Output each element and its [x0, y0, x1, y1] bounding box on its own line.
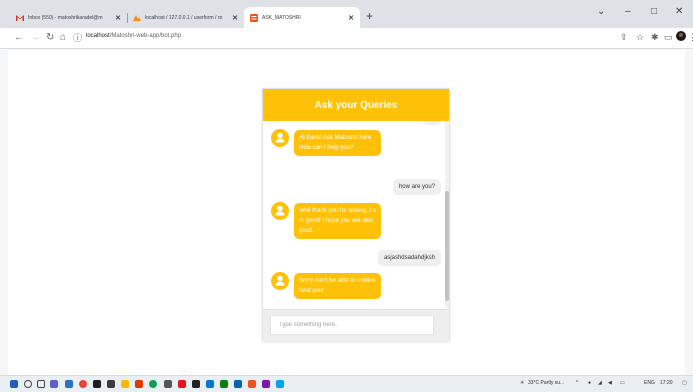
battery-icon[interactable]: ▭	[620, 380, 625, 386]
weather-status[interactable]: 33°C Partly su...	[528, 380, 564, 386]
tab-label: Inbox (550) - matoshrikaradel@m	[28, 15, 103, 21]
app-icon[interactable]	[65, 380, 73, 388]
task-view-icon[interactable]	[37, 380, 45, 388]
tab-ask-matoshri[interactable]: ASK_MATOSHRI ✕	[244, 7, 360, 28]
gmail-icon	[16, 15, 24, 21]
app-icon[interactable]	[262, 380, 270, 388]
tab-label: ASK_MATOSHRI	[262, 14, 301, 21]
home-icon[interactable]: ⌂	[60, 32, 66, 43]
chat-message-input[interactable]	[270, 315, 434, 335]
share-icon[interactable]: ⇪	[620, 32, 628, 43]
bot-avatar	[271, 129, 289, 147]
tab-gmail[interactable]: Inbox (550) - matoshrikaradel@m ✕	[10, 8, 127, 28]
chrome-icon[interactable]	[79, 380, 87, 388]
chat-input-bar	[263, 309, 449, 341]
app-icon[interactable]	[192, 380, 200, 388]
app-icon[interactable]	[107, 380, 115, 388]
url-path: /Matoshri-web-app/bot.php	[109, 33, 182, 39]
close-icon[interactable]: ✕	[348, 14, 354, 22]
page-viewport: Ask your Queries Hi there! Ask Matoshri …	[8, 50, 685, 375]
app-icon[interactable]	[164, 380, 172, 388]
weather-icon[interactable]: ☀	[520, 380, 524, 386]
site-icon	[250, 13, 258, 22]
app-icon[interactable]	[178, 380, 186, 388]
tab-strip: Inbox (550) - matoshrikaradel@m ✕ localh…	[0, 0, 693, 28]
chat-scrollbar[interactable]	[445, 121, 449, 308]
app-icon[interactable]	[93, 380, 101, 388]
close-icon[interactable]: ✕	[232, 14, 238, 22]
address-bar[interactable]: localhost/Matoshri-web-app/bot.php	[86, 33, 181, 39]
user-message: how are you?	[392, 179, 441, 195]
minimize-button[interactable]: –	[625, 6, 631, 17]
sidebar-icon[interactable]: ▭	[664, 32, 673, 43]
search-icon[interactable]	[24, 380, 32, 388]
start-icon[interactable]	[10, 380, 18, 388]
bot-message: Hi there! Ask Matoshri here How can I he…	[294, 130, 381, 156]
app-icon[interactable]	[248, 380, 256, 388]
extensions-icon[interactable]: ✱	[651, 32, 659, 43]
scrollbar-thumb[interactable]	[445, 191, 449, 301]
bot-message: Well thank you for asking, I am good! I …	[294, 203, 381, 239]
reload-icon[interactable]: ↻	[46, 32, 54, 43]
input-language[interactable]: ENG	[644, 380, 655, 386]
app-icon[interactable]	[220, 380, 228, 388]
user-icon	[275, 275, 285, 286]
user-icon	[275, 205, 285, 216]
file-explorer-icon[interactable]	[121, 380, 129, 388]
volume-icon[interactable]: ◀	[608, 380, 612, 386]
user-icon	[275, 132, 285, 143]
app-icon[interactable]	[276, 380, 284, 388]
phpmyadmin-icon	[133, 15, 141, 21]
app-icon[interactable]	[149, 380, 157, 388]
user-message: asjashdsadahdjksh	[377, 250, 441, 266]
tray-app-icon[interactable]: ●	[588, 380, 591, 386]
browser-toolbar: ← → ↻ ⌂ ⓘ localhost/Matoshri-web-app/bot…	[0, 28, 693, 49]
bookmark-star-icon[interactable]: ☆	[636, 32, 644, 43]
tray-chevron-icon[interactable]: ^	[576, 380, 578, 386]
windows-taskbar: ☀ 33°C Partly su... ^ ● ◢ ◀ ▭ ENG 17:20 …	[0, 375, 693, 392]
previous-message-stub	[423, 121, 441, 125]
menu-kebab-icon[interactable]: ⋮	[688, 32, 693, 43]
bot-avatar	[271, 202, 289, 220]
notification-icon[interactable]: ▢	[682, 380, 687, 386]
chat-title: Ask your Queries	[263, 89, 449, 121]
window-close-button[interactable]: ✕	[675, 6, 683, 17]
profile-avatar[interactable]	[676, 31, 686, 43]
app-icon[interactable]	[135, 380, 143, 388]
network-icon[interactable]: ◢	[598, 380, 602, 386]
url-host: localhost	[86, 33, 110, 39]
app-icon[interactable]	[234, 380, 242, 388]
bot-message: Sorry can't be able to understand you!	[294, 273, 381, 299]
tab-phpmyadmin[interactable]: localhost / 127.0.0.1 / userform / ro ✕	[127, 8, 244, 28]
chat-messages[interactable]: Hi there! Ask Matoshri here How can I he…	[263, 121, 449, 308]
clock-time[interactable]: 17:20	[660, 380, 673, 386]
tab-search-icon[interactable]: ⌄	[597, 6, 605, 17]
bot-avatar	[271, 272, 289, 290]
maximize-button[interactable]: □	[651, 6, 657, 17]
widgets-icon[interactable]	[50, 380, 58, 388]
chat-widget: Ask your Queries Hi there! Ask Matoshri …	[262, 88, 450, 341]
tab-label: localhost / 127.0.0.1 / userform / ro	[145, 15, 223, 21]
back-arrow-icon[interactable]: ←	[14, 32, 24, 43]
app-icon[interactable]	[206, 380, 214, 388]
site-info-icon[interactable]: ⓘ	[73, 31, 82, 44]
new-tab-button[interactable]: +	[366, 9, 373, 23]
close-icon[interactable]: ✕	[115, 14, 121, 22]
forward-arrow-icon[interactable]: →	[30, 32, 40, 43]
